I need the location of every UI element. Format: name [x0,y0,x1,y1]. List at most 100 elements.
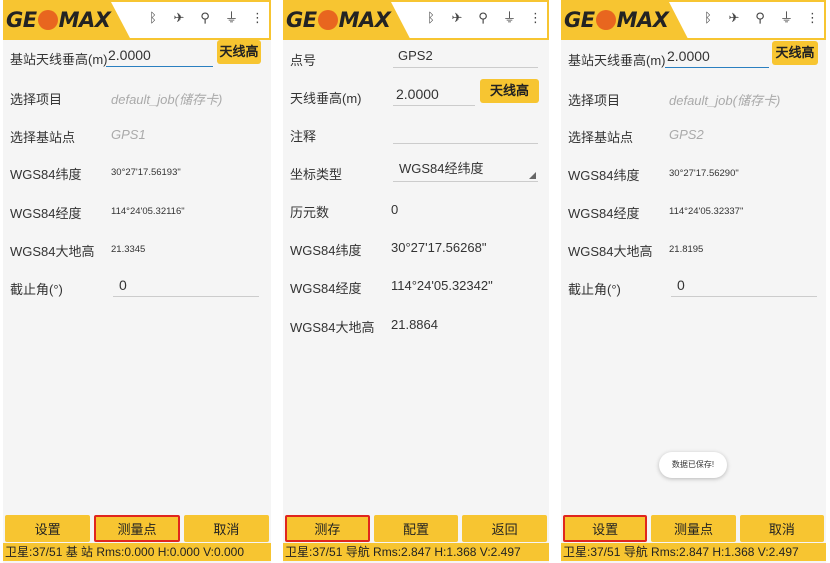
longitude-value: 114°24'05.32342" [391,278,493,293]
longitude-value: 114°24'05.32337" [669,206,744,217]
coord-type-label: 坐标类型 [290,167,343,182]
longitude-label: WGS84经度 [10,206,82,221]
project-row: 选择项目 default_job(储存卡) [3,83,271,113]
measure-save-button[interactable]: 测存 [285,515,370,542]
project-value[interactable]: default_job(储存卡) [111,89,222,108]
dropdown-arrow-icon [529,172,536,179]
settings-button[interactable]: 设置 [563,515,648,542]
epoch-value: 0 [391,202,399,217]
bottom-button-bar: 设置 测量点 取消 [561,515,826,542]
longitude-label: WGS84经度 [568,206,640,221]
base-point-value[interactable]: GPS1 [111,127,146,142]
antenna-height-button[interactable]: 天线高 [772,41,818,65]
gnss-antenna-icon: ⚲ [478,11,488,26]
antenna-height-label: 天线垂高(m) [290,91,362,106]
antenna-height-input[interactable]: 2.0000 [665,44,769,68]
project-row: 选择项目 default_job(储存卡) [561,84,826,114]
satellite-icon: ✈ [451,11,463,26]
more-vertical-icon[interactable]: ⋮ [251,11,264,27]
cancel-button[interactable]: 取消 [183,515,269,542]
bluetooth-icon: ᛒ [149,11,157,26]
antenna-height-input[interactable]: 2.0000 [393,82,475,106]
height-row: WGS84大地高 21.8195 [561,235,826,265]
radio-tower-icon: ⏚ [780,11,794,26]
latitude-row: WGS84纬度 30°27'17.56193" [3,158,271,188]
status-bar: 卫星:37/51 基 站 Rms:0.000 H:0.000 V:0.000 [3,543,271,561]
bluetooth-icon: ᛒ [427,11,435,26]
antenna-height-row: 基站天线垂高(m) 2.0000 天线高 [3,40,271,73]
antenna-height-button[interactable]: 天线高 [217,40,261,64]
latitude-value: 30°27'17.56193" [111,167,181,178]
latitude-row: WGS84纬度 30°27'17.56290" [561,159,826,189]
height-value: 21.8195 [669,244,704,255]
satellite-icon: ✈ [728,11,740,26]
radio-tower-icon: ⏚ [225,11,239,26]
point-name-label: 点号 [290,53,317,68]
antenna-height-label: 基站天线垂高(m) [10,52,108,67]
status-bar: 卫星:37/51 导航 Rms:2.847 H:1.368 V:2.497 [561,543,826,561]
settings-button[interactable]: 设置 [5,515,91,542]
latitude-label: WGS84纬度 [568,168,640,183]
height-row: WGS84大地高 21.8864 [283,311,549,341]
epoch-label: 历元数 [290,205,330,220]
height-value: 21.3345 [111,244,146,255]
status-bar: 卫星:37/51 导航 Rms:2.847 H:1.368 V:2.497 [283,543,549,561]
latitude-value: 30°27'17.56290" [669,168,739,179]
height-value: 21.8864 [391,317,438,332]
saved-toast: 数据已保存! [659,452,727,478]
point-survey-screen: GE MAX ᛒ ✈ ⚲ ⏚ ⋮ 点号 GPS2 天线垂高(m) 2.0000 天… [283,0,549,563]
cutoff-row: 截止角(°) 0 [3,273,271,303]
measure-point-button[interactable]: 测量点 [651,515,736,542]
bluetooth-icon: ᛒ [704,11,712,26]
coord-type-row: 坐标类型 WGS84经纬度 [283,158,549,188]
longitude-row: WGS84经度 114°24'05.32116" [3,197,271,227]
coord-type-select[interactable]: WGS84经纬度 [393,158,538,182]
latitude-row: WGS84纬度 30°27'17.56268" [283,234,549,264]
bottom-button-bar: 设置 测量点 取消 [3,515,271,542]
cutoff-label: 截止角(°) [10,282,63,297]
cutoff-input[interactable]: 0 [671,273,817,297]
back-button[interactable]: 返回 [462,515,548,542]
height-label: WGS84大地高 [568,244,653,259]
base-point-row: 选择基站点 GPS2 [561,121,826,151]
latitude-value: 30°27'17.56268" [391,240,487,255]
antenna-height-row: 天线垂高(m) 2.0000 天线高 [283,79,549,112]
height-label: WGS84大地高 [10,244,95,259]
base-setup-screen: GE MAX ᛒ ✈ ⚲ ⏚ ⋮ 基站天线垂高(m) 2.0000 天线高 选择项… [3,0,271,563]
antenna-height-label: 基站天线垂高(m) [568,53,666,68]
bottom-button-bar: 测存 配置 返回 [283,515,549,542]
top-bar: GE MAX ᛒ ✈ ⚲ ⏚ ⋮ [3,0,271,40]
note-row: 注释 [283,120,549,150]
more-vertical-icon[interactable]: ⋮ [529,11,542,27]
antenna-height-row: 基站天线垂高(m) 2.0000 天线高 [561,41,826,74]
measure-point-button[interactable]: 测量点 [94,515,180,542]
satellite-icon: ✈ [173,11,185,26]
height-row: WGS84大地高 21.3345 [3,235,271,265]
cutoff-input[interactable]: 0 [113,273,259,297]
configure-button[interactable]: 配置 [373,515,459,542]
base-setup-saved-screen: GE MAX ᛒ ✈ ⚲ ⏚ ⋮ 基站天线垂高(m) 2.0000 天线高 选择项… [561,0,826,563]
point-name-input[interactable]: GPS2 [393,44,538,68]
base-point-value[interactable]: GPS2 [669,127,704,142]
gnss-antenna-icon: ⚲ [200,11,210,26]
latitude-label: WGS84纬度 [10,167,82,182]
more-vertical-icon[interactable]: ⋮ [806,11,819,27]
top-bar: GE MAX ᛒ ✈ ⚲ ⏚ ⋮ [283,0,549,40]
longitude-row: WGS84经度 114°24'05.32342" [283,272,549,302]
cutoff-label: 截止角(°) [568,282,621,297]
longitude-row: WGS84经度 114°24'05.32337" [561,197,826,227]
antenna-height-button[interactable]: 天线高 [480,79,539,103]
geomax-logo: GE MAX [3,0,115,40]
project-label: 选择项目 [10,92,63,107]
cutoff-row: 截止角(°) 0 [561,273,826,303]
top-bar: GE MAX ᛒ ✈ ⚲ ⏚ ⋮ [561,0,826,40]
gnss-antenna-icon: ⚲ [755,11,765,26]
longitude-value: 114°24'05.32116" [111,206,185,217]
latitude-label: WGS84纬度 [290,243,362,258]
cancel-button[interactable]: 取消 [739,515,824,542]
project-value[interactable]: default_job(储存卡) [669,90,780,109]
note-input[interactable] [393,120,538,144]
base-point-label: 选择基站点 [10,130,76,145]
geomax-logo: GE MAX [283,0,395,40]
antenna-height-input[interactable]: 2.0000 [106,43,213,67]
